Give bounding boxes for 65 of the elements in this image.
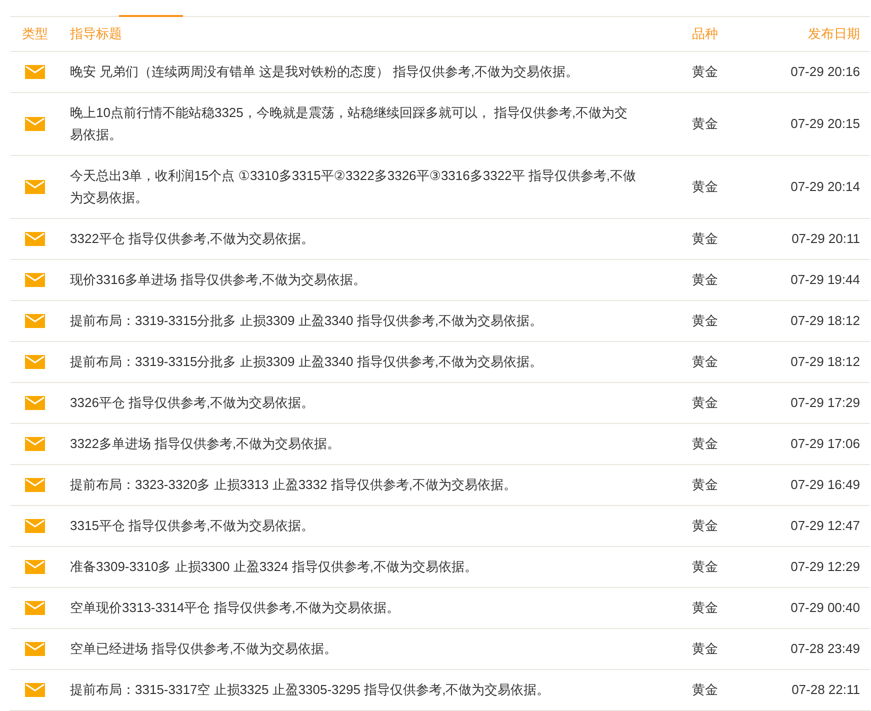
table-cell: 黄金 (692, 600, 718, 615)
table-cell: 黄金 (692, 477, 718, 492)
column-header: 发布日期 (807, 25, 861, 43)
tab-indicator (119, 15, 183, 17)
table-cell: 黄金 (692, 64, 718, 79)
guidance-title-link[interactable]: 今天总出3单，收利润15个点 ①3310多3315平②3322多3326平③3316多3322平 指导仅供参考,不做为交易依据。 (70, 165, 636, 209)
envelope-icon (25, 314, 45, 328)
envelope-icon (25, 601, 45, 615)
envelope-icon (25, 396, 45, 410)
guidance-title-link[interactable]: 晚上10点前行情不能站稳3325，今晚就是震荡，站稳继续回踩多就可以， 指导仅供参考,不做为交易依据。 (70, 102, 636, 146)
guidance-title-link[interactable]: 现价3316多单进场 指导仅供参考,不做为交易依据。 (70, 269, 636, 291)
guidance-title-link[interactable]: 3315平仓 指导仅供参考,不做为交易依据。 (70, 515, 636, 537)
table-cell: 07-28 23:49 (790, 641, 860, 656)
table-cell: 黄金 (692, 395, 718, 410)
guidance-title-link[interactable]: 3326平仓 指导仅供参考,不做为交易依据。 (70, 392, 636, 414)
envelope-icon (25, 273, 45, 287)
table-cell: 黄金 (692, 231, 718, 246)
table-cell: 黄金 (692, 313, 718, 328)
table-cell: 黄金 (692, 272, 718, 287)
table-cell: 07-29 18:12 (790, 354, 860, 369)
table-cell: 黄金 (692, 179, 718, 194)
table-cell: 07-29 20:14 (790, 179, 860, 194)
table-cell: 07-29 20:11 (792, 231, 860, 246)
table-cell: 黄金 (692, 354, 718, 369)
table-cell: 黄金 (692, 518, 718, 533)
envelope-icon (25, 437, 45, 451)
table-cell: 07-29 19:44 (790, 272, 860, 287)
table-cell: 07-29 17:29 (790, 395, 860, 410)
table-cell: 07-29 00:40 (790, 600, 860, 615)
table-cell: 黄金 (692, 641, 718, 656)
table-cell: 黄金 (692, 682, 718, 697)
table-cell: 07-29 16:49 (790, 477, 860, 492)
table-cell: 07-28 22:11 (792, 682, 860, 697)
guidance-title-link[interactable]: 准备3309-3310多 止损3300 止盈3324 指导仅供参考,不做为交易依据。 (70, 556, 636, 578)
guidance-title-link[interactable]: 提前布局：3323-3320多 止损3313 止盈3332 指导仅供参考,不做为交易依据。 (70, 474, 636, 496)
table-cell: 07-29 20:16 (790, 64, 860, 79)
column-header: 类型 (21, 25, 49, 43)
table-cell: 黄金 (692, 559, 718, 574)
column-header: 指导标题 (69, 25, 123, 43)
guidance-title-link[interactable]: 空单现价3313-3314平仓 指导仅供参考,不做为交易依据。 (70, 597, 636, 619)
guidance-title-link[interactable]: 晚安 兄弟们（连续两周没有错单 这是我对铁粉的态度） 指导仅供参考,不做为交易依据。 (70, 61, 636, 83)
guidance-title-link[interactable]: 3322多单进场 指导仅供参考,不做为交易依据。 (70, 433, 636, 455)
guidance-title-link[interactable]: 提前布局：3315-3317空 止损3325 止盈3305-3295 指导仅供参考,不做为交易依据。 (70, 679, 636, 701)
table-cell: 07-29 20:15 (790, 116, 860, 131)
table-cell: 黄金 (692, 116, 718, 131)
envelope-icon (25, 683, 45, 697)
table-cell: 07-29 17:06 (790, 436, 860, 451)
envelope-icon (25, 642, 45, 656)
envelope-icon (25, 355, 45, 369)
envelope-icon (25, 65, 45, 79)
envelope-icon (25, 560, 45, 574)
guidance-title-link[interactable]: 提前布局：3319-3315分批多 止损3309 止盈3340 指导仅供参考,不做为交易依据。 (70, 351, 636, 373)
envelope-icon (25, 478, 45, 492)
table-cell: 07-29 12:29 (790, 559, 860, 574)
table-cell: 07-29 18:12 (790, 313, 860, 328)
table-cell: 黄金 (692, 436, 718, 451)
guidance-title-link[interactable]: 空单已经进场 指导仅供参考,不做为交易依据。 (70, 638, 636, 660)
envelope-icon (25, 519, 45, 533)
table-cell: 07-29 12:47 (790, 518, 860, 533)
envelope-icon (25, 232, 45, 246)
guidance-title-link[interactable]: 3322平仓 指导仅供参考,不做为交易依据。 (70, 228, 636, 250)
envelope-icon (25, 117, 45, 131)
guidance-title-link[interactable]: 提前布局：3319-3315分批多 止损3309 止盈3340 指导仅供参考,不做为交易依据。 (70, 310, 636, 332)
column-header: 品种 (691, 25, 719, 43)
envelope-icon (25, 180, 45, 194)
